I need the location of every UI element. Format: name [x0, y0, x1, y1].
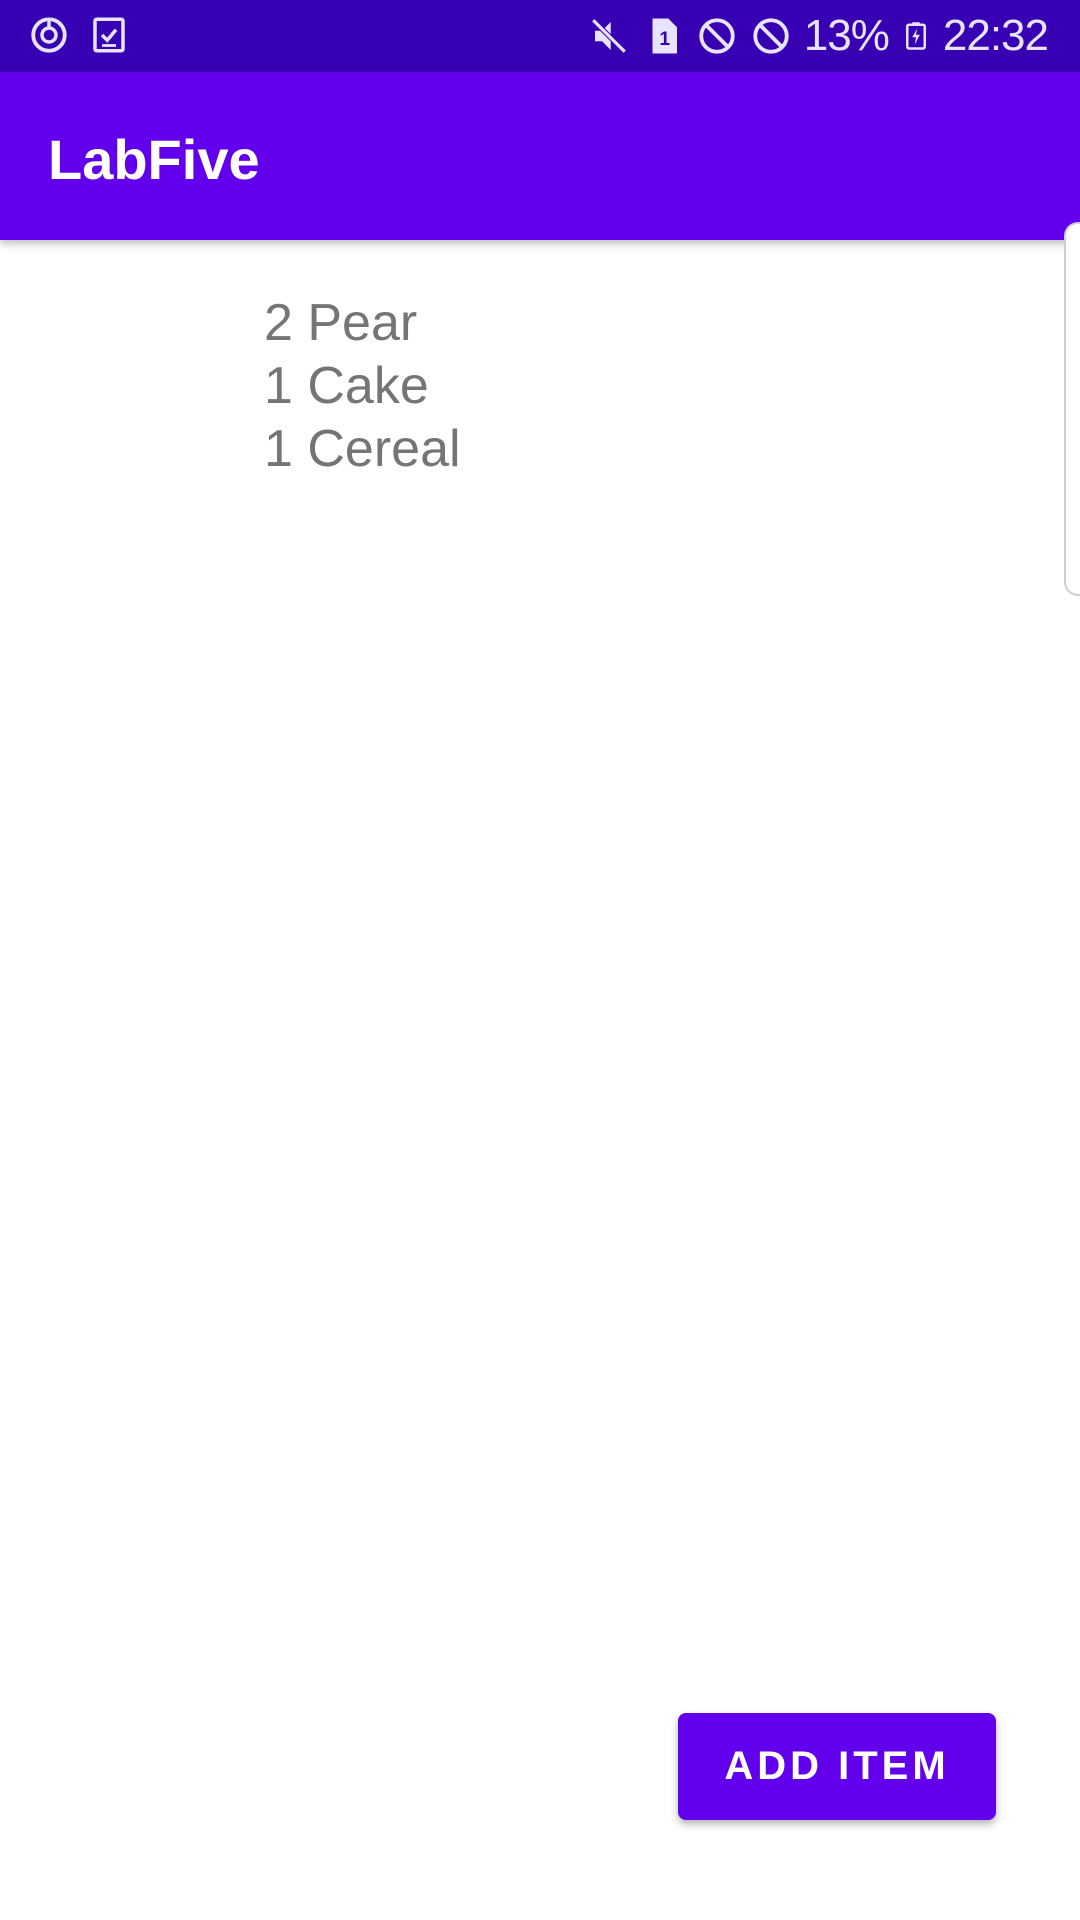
list-item: 1 Cereal: [264, 420, 461, 478]
list-item: 1 Cake: [264, 357, 429, 415]
battery-percent: 13%: [803, 11, 890, 60]
sync-icon: [31, 16, 67, 53]
edge-panel-handle[interactable]: [1064, 222, 1080, 596]
app-bar: LabFive: [0, 72, 1080, 240]
add-item-button[interactable]: ADD ITEM: [678, 1713, 996, 1820]
item-list: 2 Pear 1 Cake 1 Cereal: [264, 292, 461, 481]
battery-charging-icon: [905, 22, 926, 50]
task-check-icon: [93, 17, 125, 53]
status-right-icons: 1 13% 22:32: [588, 11, 1049, 60]
app-title: LabFive: [48, 128, 260, 191]
status-left-icons: [28, 14, 130, 56]
mute-icon: [591, 18, 627, 54]
list-item: 2 Pear: [264, 294, 418, 352]
sim-1-icon: 1: [652, 18, 677, 54]
sim-label: 1: [659, 29, 670, 50]
block-icon: [753, 18, 789, 54]
block-icon: [699, 18, 735, 54]
clock: 22:32: [942, 11, 1049, 60]
status-bar: 1 13% 22:32: [0, 0, 1080, 72]
